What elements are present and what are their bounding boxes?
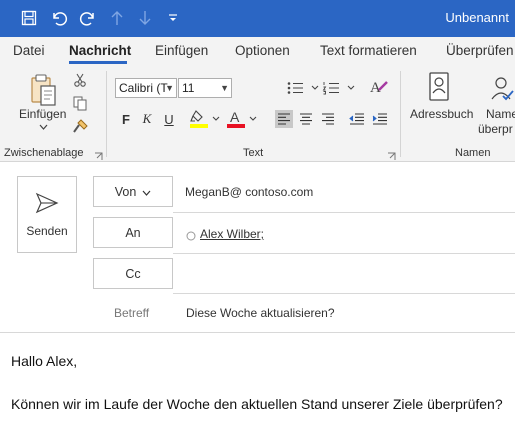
title-bar: Unbenannt [0,0,515,37]
send-button[interactable]: Senden [17,176,77,253]
paste-button-label[interactable]: Einfügen [19,107,66,121]
tab-einfuegen[interactable]: Einfügen [155,43,208,58]
cc-button[interactable]: Cc [93,258,173,289]
increase-indent-icon[interactable] [371,110,389,128]
decrease-indent-icon[interactable] [348,110,366,128]
bullet-list-icon[interactable] [286,79,320,97]
body-greeting[interactable]: Hallo Alex, [11,353,77,369]
clipboard-launcher-icon[interactable] [94,148,103,160]
window-title: Unbenannt [445,10,509,25]
align-right-icon[interactable] [319,110,337,128]
compose-area [0,163,515,433]
check-names-label-2[interactable]: überpr [478,122,513,136]
chevron-down-icon: ▼ [165,83,174,93]
check-names-icon[interactable] [487,73,515,105]
tab-ueberpruefen[interactable]: Überprüfen [446,43,514,58]
to-recipient[interactable]: Alex Wilber; [200,227,264,241]
to-label: An [125,225,141,240]
from-label: Von [114,184,137,199]
presence-icon [186,228,196,246]
cc-field-line [173,293,515,294]
cc-label: Cc [125,266,141,281]
paste-icon[interactable] [29,71,59,109]
bold-button[interactable]: F [117,110,135,128]
ribbon: Einfügen Zwischenablage Calibri (T ▼ 11 … [0,65,515,162]
text-launcher-icon[interactable] [387,148,396,160]
addressbook-icon[interactable] [426,71,452,103]
tab-datei[interactable]: Datei [13,43,45,58]
align-center-icon[interactable] [297,110,315,128]
from-button[interactable]: Von [93,176,173,207]
body-text[interactable]: Können wir im Laufe der Woche den aktuel… [11,396,503,412]
to-field-line [173,253,515,254]
check-names-label[interactable]: Name [486,107,515,121]
font-size-combo[interactable]: 11 ▼ [178,78,232,98]
undo-icon[interactable] [48,7,70,29]
font-name-combo[interactable]: Calibri (T ▼ [115,78,177,98]
from-value: MeganB@ contoso.com [185,185,314,199]
to-button[interactable]: An [93,217,173,248]
active-tab-indicator [69,61,127,64]
ribbon-divider [400,71,401,157]
italic-button[interactable]: K [138,110,156,128]
ribbon-divider [106,71,107,157]
tab-optionen[interactable]: Optionen [235,43,290,58]
names-group-label: Namen [455,147,491,159]
text-group-label: Text [243,147,264,159]
save-icon[interactable] [18,7,40,29]
subject-label: Betreff [114,306,150,320]
highlight-color-icon[interactable] [189,109,223,129]
customize-toolbar-icon[interactable] [162,7,184,29]
underline-button[interactable]: U [160,110,178,128]
format-painter-icon[interactable] [72,118,88,134]
numbered-list-icon[interactable] [322,79,356,97]
svg-text:A: A [230,109,240,125]
tab-nachricht[interactable]: Nachricht [69,43,131,58]
copy-icon[interactable] [72,95,88,111]
subject-input[interactable]: Diese Woche aktualisieren? [186,306,335,320]
down-arrow-icon[interactable] [134,7,156,29]
chevron-down-icon: ▼ [220,83,229,93]
styles-icon[interactable]: A [369,77,389,97]
font-name-value: Calibri (T [119,81,168,95]
cut-icon[interactable] [72,72,88,88]
send-button-label: Senden [26,224,68,238]
tab-text-formatieren[interactable]: Text formatieren [320,43,417,58]
align-left-icon[interactable] [275,110,293,128]
font-color-icon[interactable]: A [226,109,260,129]
font-size-value: 11 [182,81,195,95]
chevron-down-icon [142,185,151,199]
redo-icon[interactable] [77,7,99,29]
addressbook-button-label[interactable]: Adressbuch [410,107,473,121]
clipboard-group-label: Zwischenablage [4,147,84,159]
header-body-separator [0,332,515,333]
up-arrow-icon[interactable] [106,7,128,29]
from-field-line [173,212,515,213]
send-icon [35,192,59,219]
paste-dropdown-icon[interactable] [37,122,49,132]
